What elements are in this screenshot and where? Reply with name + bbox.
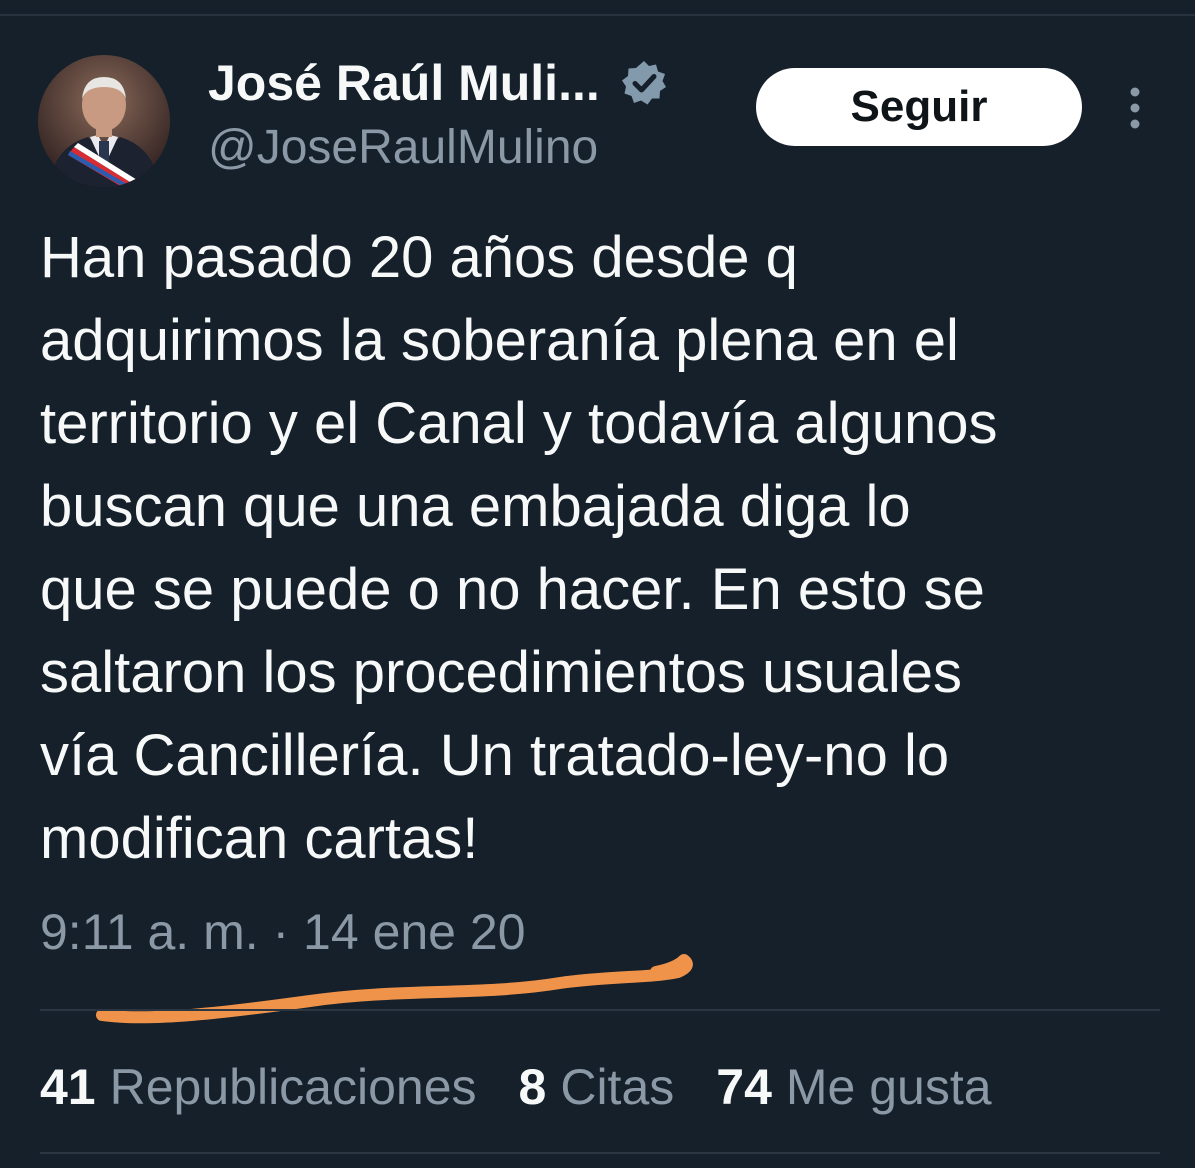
- reposts-count: 41: [40, 1059, 96, 1115]
- more-vertical-icon[interactable]: [1116, 84, 1154, 132]
- avatar-image: [38, 55, 170, 187]
- tweet-text: Han pasado 20 años desde q adquirimos la…: [40, 225, 998, 871]
- quotes-label: Citas: [560, 1059, 675, 1115]
- reposts-label: Republicaciones: [109, 1059, 477, 1115]
- stat-quotes[interactable]: 8 Citas: [519, 1058, 675, 1116]
- likes-count: 74: [716, 1059, 772, 1115]
- follow-button[interactable]: Seguir: [756, 68, 1082, 146]
- engagement-stats: 41 Republicaciones 8 Citas 74 Me gusta: [40, 1055, 992, 1119]
- quotes-count: 8: [518, 1059, 547, 1115]
- top-divider: [0, 14, 1195, 16]
- stat-likes[interactable]: 74 Me gusta: [716, 1058, 991, 1116]
- author-display-name[interactable]: José Raúl Muli...: [208, 54, 600, 112]
- profile-avatar[interactable]: [38, 55, 170, 187]
- likes-label: Me gusta: [785, 1059, 992, 1115]
- author-name-row: José Raúl Muli...: [208, 52, 668, 114]
- verified-badge-icon[interactable]: [620, 59, 668, 107]
- stats-bottom-divider: [40, 1152, 1160, 1154]
- tweet-timestamp[interactable]: 9:11 a. m. · 14 ene 20: [40, 903, 526, 961]
- stat-reposts[interactable]: 41 Republicaciones: [40, 1058, 477, 1116]
- timestamp-link[interactable]: 9:11 a. m. · 14 ene 20: [40, 904, 526, 960]
- author-handle[interactable]: @JoseRaulMulino: [208, 120, 598, 175]
- stats-top-divider: [40, 1009, 1160, 1011]
